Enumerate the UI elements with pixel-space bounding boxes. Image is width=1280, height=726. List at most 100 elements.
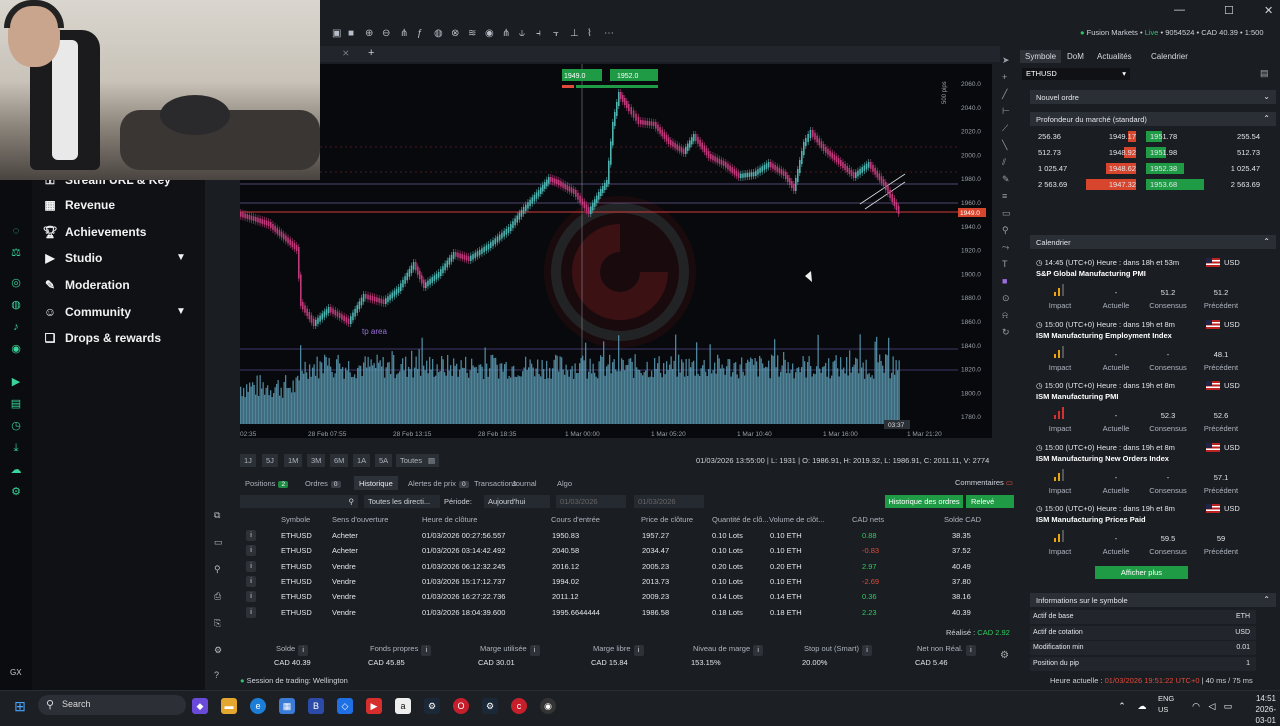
chart-svg[interactable]: tp area 1949.0 1952.0 500 pips 2060.0 204… <box>240 64 992 438</box>
column-header[interactable]: CAD nets <box>852 515 884 524</box>
from-date[interactable]: 01/03/2026 <box>556 495 626 508</box>
bell-icon[interactable]: ⍾ <box>1002 310 1008 321</box>
table-row[interactable]: i ETHUSD Acheter 01/03/2026 00:27:56.557 195… <box>240 529 1016 543</box>
info-icon[interactable]: i <box>753 645 764 656</box>
steam-icon[interactable]: ⚙ <box>424 698 440 714</box>
edge-icon[interactable]: e <box>250 698 266 714</box>
text-icon[interactable]: T <box>1002 259 1008 269</box>
magnifier-icon[interactable]: ⚲ <box>214 564 221 575</box>
dom-ask-price[interactable]: 1951.78 <box>1150 132 1177 141</box>
rail-icon-8[interactable]: ▤ <box>10 398 22 410</box>
statement-button[interactable]: Relevé <box>966 495 1014 508</box>
new-order-section[interactable]: Nouvel ordre ⌄ <box>1030 90 1276 104</box>
path-icon[interactable]: ⤳ <box>1002 242 1009 253</box>
discord-icon[interactable]: ◉ <box>10 343 22 355</box>
table-row[interactable]: i ETHUSD Acheter 01/03/2026 03:14:42.492 204… <box>240 544 1016 558</box>
rail-icon-2[interactable]: ⚖ <box>10 247 22 259</box>
column-header[interactable]: Quantité de clô... <box>712 515 769 524</box>
zoom-in-icon[interactable]: ⊕ <box>365 28 373 39</box>
calendar-section[interactable]: Calendrier ⌃ <box>1030 235 1276 249</box>
gear-icon[interactable]: ⚙ <box>214 645 222 656</box>
timeframe-6m[interactable]: 6M <box>330 454 349 467</box>
timeframe-5j[interactable]: 5J <box>262 454 278 467</box>
depth-section[interactable]: Profondeur du marché (standard) ⌃ <box>1030 112 1276 126</box>
tab-close-icon[interactable]: ⨯ <box>342 48 350 59</box>
period-select[interactable]: Aujourd'hui <box>484 495 550 508</box>
chevron-down-icon[interactable]: ▼ <box>176 306 186 317</box>
symbol-select[interactable]: ETHUSD ▾ <box>1022 68 1130 80</box>
dropbox-icon[interactable]: ◇ <box>337 698 353 714</box>
timeframe-5a[interactable]: 5A <box>375 454 393 467</box>
info-icon[interactable]: i <box>633 645 644 656</box>
column-header[interactable]: Heure de clôture <box>422 515 477 524</box>
timeframe-3m[interactable]: 3M <box>307 454 326 467</box>
column-header[interactable]: Price de clôture <box>641 515 693 524</box>
menu-studio[interactable]: ▶ Studio <box>42 248 102 268</box>
bitwarden-icon[interactable]: B <box>308 698 324 714</box>
dom-ask-price[interactable]: 1952.38 <box>1150 164 1177 173</box>
info-icon[interactable]: i <box>246 545 256 557</box>
tab-alertes-de-prix[interactable]: Alertes de prix 0 <box>403 476 474 490</box>
copilot-icon[interactable]: ◆ <box>192 698 208 714</box>
direction-select[interactable]: Toutes les directi... <box>364 495 440 508</box>
menu-revenue[interactable]: ▦ Revenue <box>42 195 115 215</box>
folder-icon[interactable]: ▬ <box>221 698 237 714</box>
ray-icon[interactable]: ⟋ <box>1002 123 1008 134</box>
rail-icon-11[interactable]: ☁ <box>10 464 22 476</box>
maximize-icon[interactable]: ☐ <box>1224 4 1234 17</box>
tab-ordres[interactable]: Ordres 0 <box>300 476 346 490</box>
info-icon[interactable]: i <box>246 560 256 572</box>
panel-layout-icon[interactable]: ▤ <box>1260 68 1269 79</box>
menu-community[interactable]: ☺ Community <box>42 302 131 322</box>
close-icon[interactable]: ✕ <box>1264 4 1273 17</box>
lock-icon[interactable]: ⊙ <box>1002 293 1010 304</box>
line-icon[interactable]: ╱ <box>1002 89 1007 100</box>
battery-icon[interactable]: ▭ <box>1220 698 1236 714</box>
fib-icon[interactable]: ⫟ <box>553 28 559 39</box>
channel-icon[interactable]: ⫽ <box>1002 157 1006 168</box>
rail-icon-3[interactable]: ◎ <box>10 277 22 289</box>
fib-draw-icon[interactable]: ≡ <box>1002 191 1007 201</box>
wave-icon[interactable]: ⌇ <box>587 28 592 39</box>
rail-icon-7[interactable]: ▶ <box>10 376 22 388</box>
more-icon[interactable]: ⋯ <box>604 28 614 39</box>
zoom-out-icon[interactable]: ⊖ <box>382 28 390 39</box>
pin-icon[interactable]: ⚲ <box>1002 225 1009 236</box>
reset-icon[interactable]: ↻ <box>1002 327 1010 338</box>
column-header[interactable]: Cours d'entrée <box>551 515 600 524</box>
layers-icon[interactable]: ≋ <box>468 28 476 39</box>
show-more-button[interactable]: Afficher plus <box>1095 566 1188 579</box>
language-indicator[interactable]: ENG US <box>1158 693 1174 715</box>
tools-icon[interactable]: ⋔ <box>502 28 510 39</box>
column-header[interactable]: Symbole <box>281 515 310 524</box>
store-icon[interactable]: ▦ <box>279 698 295 714</box>
drawing-icon[interactable]: ƒ <box>417 28 423 39</box>
info-icon[interactable]: i <box>862 645 873 656</box>
info-icon[interactable]: i <box>965 645 976 656</box>
column-header[interactable]: Sens d'ouverture <box>332 515 388 524</box>
info-icon[interactable]: i <box>246 575 256 587</box>
calendar-icon[interactable]: ▤ <box>424 454 440 467</box>
info-icon[interactable]: i <box>298 645 309 656</box>
dom-bid-price[interactable]: 1948.92 <box>1108 148 1136 157</box>
calendar-event[interactable]: ◷ 15:00 (UTC+0) Heure : dans 19h et 8m IS… <box>1036 319 1258 380</box>
obs-icon[interactable]: ◉ <box>540 698 556 714</box>
chevron-up-icon[interactable]: ⌃ <box>1114 698 1130 714</box>
table-row[interactable]: i ETHUSD Vendre 01/03/2026 18:04:39.600 1995… <box>240 606 1016 620</box>
download-icon[interactable]: ⤓ <box>10 442 22 454</box>
print-icon[interactable]: ⎙ <box>214 591 221 602</box>
pencil-icon[interactable]: ✎ <box>1002 174 1010 185</box>
add-tab-icon[interactable]: + <box>368 47 374 59</box>
square-icon[interactable]: ■ <box>348 28 354 39</box>
screenshot-icon[interactable]: ⊗ <box>451 28 459 39</box>
taskbar-clock[interactable]: 14:51 2026-03-01 <box>1244 693 1276 726</box>
export-icon[interactable]: ⎘ <box>214 618 221 629</box>
tab-algo[interactable]: Algo <box>552 476 577 490</box>
tab-journal[interactable]: Journal <box>507 476 542 490</box>
rect-icon[interactable]: ▭ <box>1002 208 1011 219</box>
cross-icon[interactable]: + <box>1002 72 1007 82</box>
pointer-icon[interactable]: ➤ <box>1002 55 1010 66</box>
amazon-icon[interactable]: a <box>395 698 411 714</box>
filter-search-input[interactable]: ⚲ <box>240 495 358 508</box>
tab-historique[interactable]: Historique <box>354 476 398 490</box>
